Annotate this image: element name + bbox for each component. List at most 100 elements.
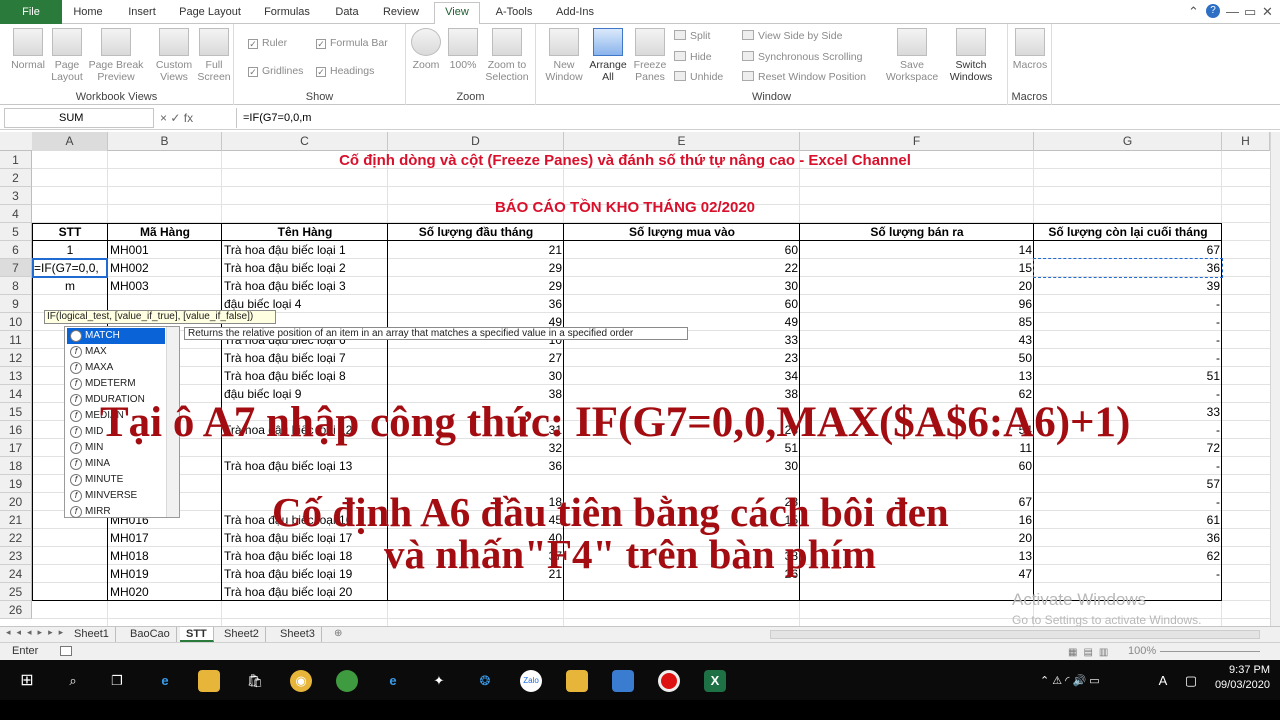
row-header[interactable]: 14 (0, 385, 32, 403)
column-header-f[interactable]: F (800, 132, 1034, 151)
row-header[interactable]: 12 (0, 349, 32, 367)
cell-g[interactable]: 62 (1034, 547, 1222, 565)
green-app-icon[interactable] (336, 670, 358, 692)
tab-data[interactable]: Data (328, 3, 366, 24)
row-header[interactable]: 25 (0, 583, 32, 601)
column-header-a[interactable]: A (32, 132, 108, 151)
cell-e[interactable]: 60 (564, 241, 800, 259)
autocomplete-item[interactable]: f MINVERSE (67, 488, 165, 504)
cell-f[interactable]: 20 (800, 277, 1034, 295)
cell-d[interactable]: 36 (388, 295, 564, 313)
sheet-tab-sheet2[interactable]: Sheet2 (218, 627, 266, 642)
row-header[interactable]: 26 (0, 601, 32, 619)
language-indicator[interactable]: A (1156, 670, 1170, 692)
file-explorer-icon[interactable] (198, 670, 220, 692)
split-button[interactable]: Split (674, 30, 710, 42)
zalo-icon[interactable]: Zalo (520, 670, 542, 692)
vertical-scrollbar[interactable] (1270, 132, 1280, 626)
cell-d[interactable]: 21 (388, 241, 564, 259)
row-header[interactable]: 6 (0, 241, 32, 259)
column-header-b[interactable]: B (108, 132, 222, 151)
cell-ten-hang[interactable]: Trà hoa đậu biếc loại 13 (222, 457, 388, 475)
cell-f[interactable]: 50 (800, 349, 1034, 367)
table-header-cell[interactable]: Số lượng mua vào (564, 223, 800, 241)
record-icon[interactable] (658, 670, 680, 692)
autocomplete-item[interactable]: f MAX (67, 344, 165, 360)
cell-g[interactable]: 51 (1034, 367, 1222, 385)
cell-ma-hang[interactable]: MH017 (108, 529, 222, 547)
task-view-icon[interactable]: ❐ (106, 670, 128, 692)
cell-f[interactable]: 14 (800, 241, 1034, 259)
row-header[interactable]: 16 (0, 421, 32, 439)
cell-g[interactable]: 57 (1034, 475, 1222, 493)
cell-f[interactable]: 15 (800, 259, 1034, 277)
row-header[interactable]: 10 (0, 313, 32, 331)
row-header[interactable]: 24 (0, 565, 32, 583)
cell-e[interactable]: 30 (564, 457, 800, 475)
custom-views-button[interactable]: Custom Views (152, 28, 196, 83)
cell-ma-hang[interactable]: MH001 (108, 241, 222, 259)
cell-ma-hang[interactable]: MH018 (108, 547, 222, 565)
tab-atools[interactable]: A-Tools (490, 3, 538, 24)
cell-ten-hang[interactable]: Trà hoa đậu biếc loại 20 (222, 583, 388, 601)
cell-ma-hang[interactable]: MH019 (108, 565, 222, 583)
tab-formulas[interactable]: Formulas (258, 3, 316, 24)
autocomplete-item[interactable]: f MDETERM (67, 376, 165, 392)
table-header-cell[interactable]: STT (32, 223, 108, 241)
column-header-c[interactable]: C (222, 132, 388, 151)
ie-icon[interactable]: e (382, 670, 404, 692)
row-header[interactable]: 4 (0, 205, 32, 223)
notification-icon[interactable]: ▢ (1180, 670, 1202, 692)
new-sheet-icon[interactable]: ⊕ (334, 628, 342, 639)
tab-page-layout[interactable]: Page Layout (176, 3, 244, 24)
normal-view-button[interactable]: Normal (6, 28, 50, 71)
cell-ten-hang[interactable]: Trà hoa đậu biếc loại 2 (222, 259, 388, 277)
new-window-button[interactable]: New Window (540, 28, 588, 83)
cell-e[interactable]: 22 (564, 259, 800, 277)
cell-e[interactable]: 34 (564, 367, 800, 385)
zoom-100-button[interactable]: 100% (448, 28, 478, 71)
column-header-h[interactable]: H (1222, 132, 1270, 151)
cell-g[interactable]: - (1034, 349, 1222, 367)
tray-icons[interactable]: ⌃ ⚠ ◜ 🔊 ▭ (1040, 670, 1100, 692)
app2-icon[interactable]: ❂ (474, 670, 496, 692)
name-box[interactable]: SUM (4, 108, 154, 128)
cell-ma-hang[interactable]: MH002 (108, 259, 222, 277)
cell-d[interactable]: 30 (388, 367, 564, 385)
excel-icon[interactable]: X (704, 670, 726, 692)
autocomplete-item[interactable]: f MINUTE (67, 472, 165, 488)
cell-ten-hang[interactable]: Trà hoa đậu biếc loại 19 (222, 565, 388, 583)
store-icon[interactable]: 🛍 (244, 670, 266, 692)
autocomplete-item[interactable]: f MAXA (67, 360, 165, 376)
cell-g[interactable]: - (1034, 331, 1222, 349)
column-header-g[interactable]: G (1034, 132, 1222, 151)
chrome-icon[interactable]: ◉ (290, 670, 312, 692)
row-header[interactable]: 1 (0, 151, 32, 169)
cell-d[interactable]: 29 (388, 259, 564, 277)
cell-g[interactable]: - (1034, 565, 1222, 583)
table-header-cell[interactable]: Số lượng bán ra (800, 223, 1034, 241)
view-mode-icons[interactable]: ▦▤▥ (1068, 644, 1114, 661)
row-header[interactable]: 3 (0, 187, 32, 205)
zoom-button[interactable]: Zoom (408, 28, 444, 71)
autocomplete-item[interactable]: f MATCH (67, 328, 165, 344)
macros-button[interactable]: Macros (1012, 28, 1048, 71)
zoom-slider[interactable] (1160, 651, 1260, 652)
table-header-cell[interactable]: Số lượng đầu tháng (388, 223, 564, 241)
ruler-checkbox[interactable]: ✓ Ruler (248, 37, 287, 49)
save-workspace-button[interactable]: Save Workspace (884, 28, 940, 83)
close-icon[interactable]: ✕ (1262, 4, 1273, 20)
cell-ten-hang[interactable]: Trà hoa đậu biếc loại 8 (222, 367, 388, 385)
cell-a6[interactable]: 1 (32, 241, 108, 259)
clock[interactable]: 9:37 PM 09/03/2020 (1215, 663, 1270, 693)
cell-f[interactable]: 60 (800, 457, 1034, 475)
headings-checkbox[interactable]: ✓ Headings (316, 65, 374, 77)
formula-controls[interactable]: × ✓ fx (160, 108, 234, 128)
row-header[interactable]: 5 (0, 223, 32, 241)
table-header-cell[interactable]: Tên Hàng (222, 223, 388, 241)
zoom-to-selection-button[interactable]: Zoom to Selection (482, 28, 532, 83)
cell-g[interactable]: - (1034, 457, 1222, 475)
formula-bar-checkbox[interactable]: ✓ Formula Bar (316, 37, 388, 49)
formula-input[interactable]: =IF(G7=0,0,m (236, 108, 1276, 128)
row-header[interactable]: 8 (0, 277, 32, 295)
